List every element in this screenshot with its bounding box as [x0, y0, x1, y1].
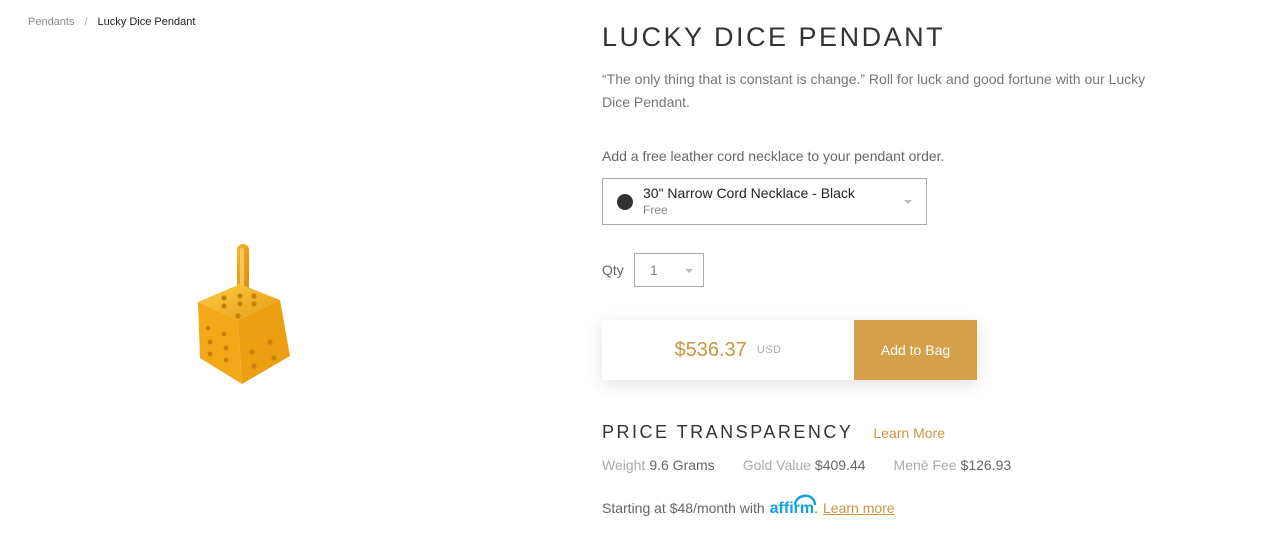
cord-option-price: Free [643, 202, 668, 217]
affirm-logo: affirm [770, 494, 817, 518]
product-description: “The only thing that is constant is chan… [602, 71, 1146, 110]
price-transparency-heading: PRICE TRANSPARENCY [602, 422, 854, 442]
financing-text: Starting at $48/month with [602, 500, 765, 516]
breadcrumb-pendants-link[interactable]: Pendants [28, 16, 74, 28]
cord-color-swatch [617, 193, 633, 210]
qty-label: Qty [602, 262, 624, 278]
cord-option-name: 30" Narrow Cord Necklace - Black [643, 184, 855, 201]
weight-value: 9.6 Grams [649, 457, 715, 473]
cord-necklace-select[interactable]: 30" Narrow Cord Necklace - Black Free [602, 178, 927, 225]
affirm-learn-more-link[interactable]: Learn more [823, 500, 895, 516]
price-display: $536.37 USD [602, 320, 854, 380]
breadcrumb: Pendants / Lucky Dice Pendant [28, 16, 195, 28]
product-title: LUCKY DICE PENDANT [602, 22, 946, 52]
product-details: LUCKY DICE PENDANT “The only thing that … [602, 20, 1162, 114]
affirm-financing: Starting at $48/month with affirm . Lear… [602, 494, 895, 518]
cord-option-label: Add a free leather cord necklace to your… [602, 148, 945, 164]
quantity-select[interactable]: 1 [634, 253, 704, 287]
price-currency: USD [756, 344, 782, 356]
breadcrumb-separator: / [84, 16, 88, 28]
weight-spec: Weight 9.6 Grams [602, 457, 715, 473]
gold-value-label: Gold Value [742, 457, 811, 473]
price-transparency-header: PRICE TRANSPARENCY Learn More [602, 422, 945, 443]
price-transparency-learn-more-link[interactable]: Learn More [873, 425, 945, 441]
quantity-value: 1 [650, 262, 658, 278]
mene-fee-spec: Menē Fee $126.93 [894, 457, 1012, 473]
add-to-bag-button[interactable]: Add to Bag [854, 320, 977, 380]
chevron-down-icon [685, 269, 693, 273]
price-breakdown: Weight 9.6 Grams Gold Value $409.44 Menē F… [602, 457, 1011, 473]
chevron-down-icon [904, 200, 912, 204]
gold-value-spec: Gold Value $409.44 [743, 457, 866, 473]
purchase-box: $536.37 USD Add to Bag [602, 320, 977, 380]
product-image-dice-pendant[interactable] [180, 240, 310, 400]
product-price: $536.37 [674, 338, 747, 361]
gold-value-amount: $409.44 [814, 457, 866, 473]
affirm-arc-icon [793, 494, 817, 506]
weight-label: Weight [602, 457, 646, 473]
breadcrumb-current: Lucky Dice Pendant [97, 16, 196, 28]
mene-fee-label: Menē Fee [893, 457, 957, 473]
mene-fee-amount: $126.93 [960, 457, 1012, 473]
cord-selected-option: 30" Narrow Cord Necklace - Black Free [643, 185, 855, 219]
